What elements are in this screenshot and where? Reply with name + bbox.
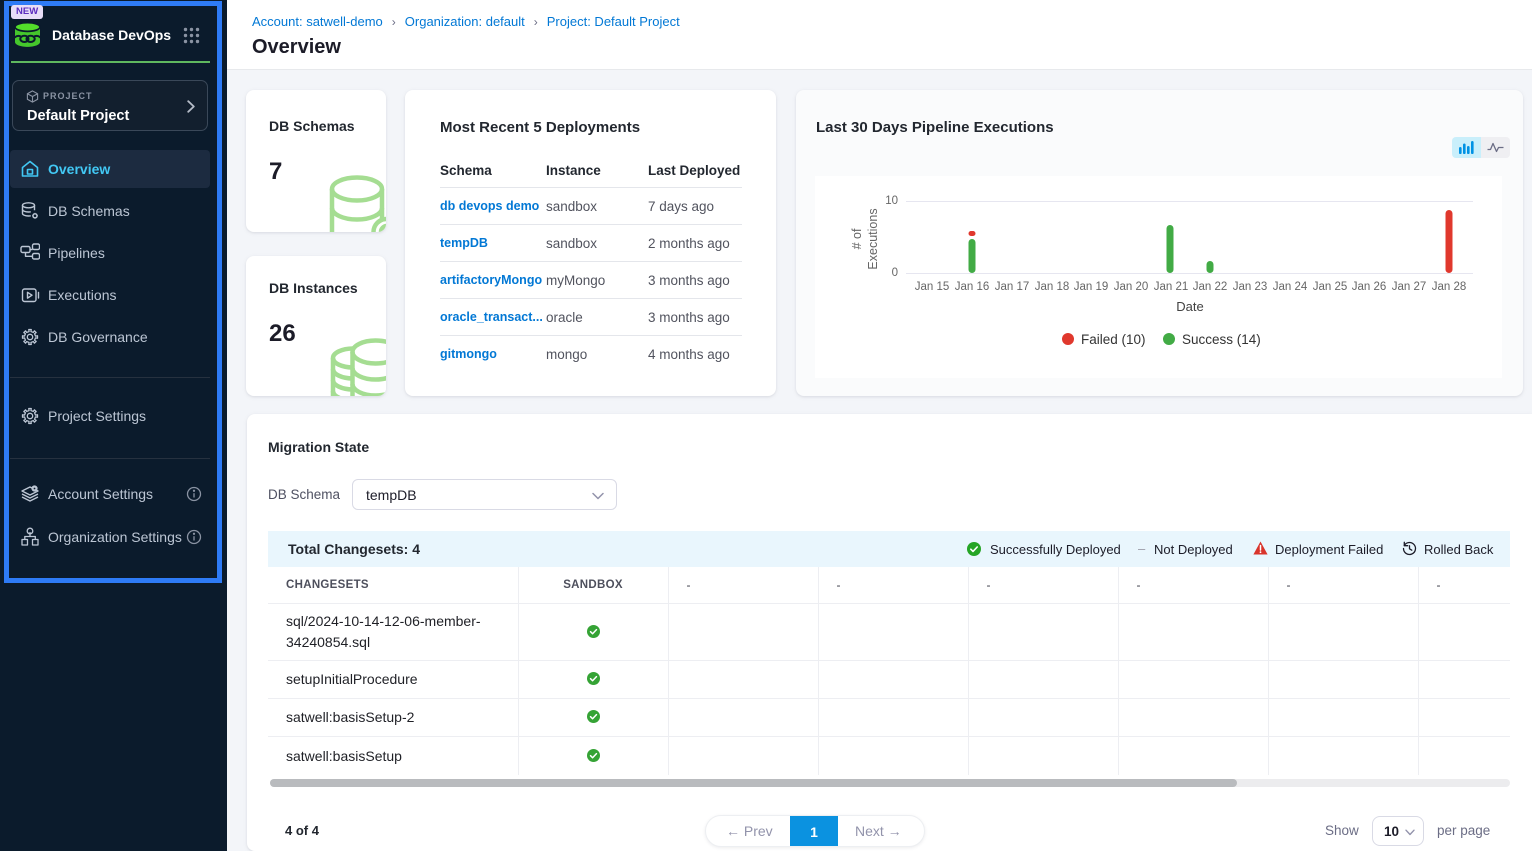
svg-text:# of: # of	[850, 228, 864, 249]
svg-text:Executions: Executions	[866, 208, 880, 269]
